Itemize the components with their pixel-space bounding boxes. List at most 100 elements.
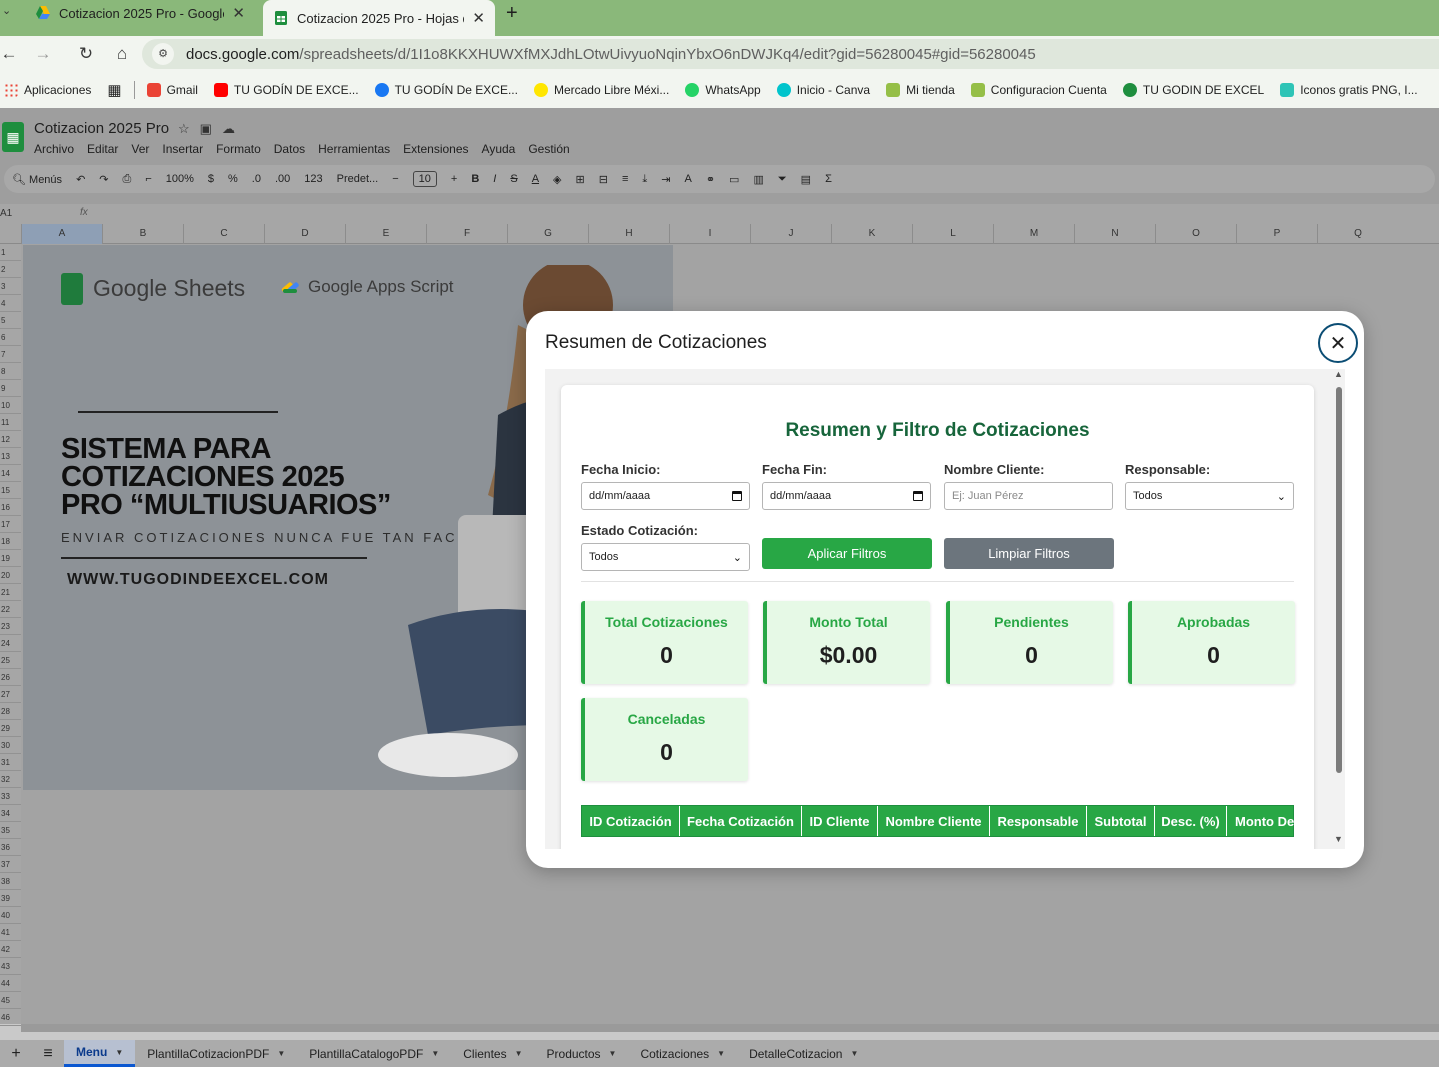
site-settings-icon[interactable]: ⚙ (152, 43, 174, 65)
column-header[interactable]: D (264, 224, 345, 244)
forward-icon[interactable]: → (18, 44, 68, 64)
scrollbar-thumb[interactable] (1336, 387, 1342, 773)
cloud-status-icon[interactable]: ☁ (222, 121, 245, 136)
sheet-tab-productos[interactable]: Productos ▼ (535, 1040, 629, 1067)
row-header[interactable]: 35 (0, 822, 21, 839)
row-header[interactable]: 30 (0, 737, 21, 754)
sheet-tab-clientes[interactable]: Clientes ▼ (451, 1040, 534, 1067)
font-size-input[interactable]: 10 (412, 171, 437, 187)
row-header[interactable]: 22 (0, 601, 21, 618)
scroll-up-icon[interactable]: ▲ (1334, 369, 1343, 379)
chevron-down-icon[interactable]: ▼ (115, 1048, 123, 1057)
row-header[interactable]: 46 (0, 1009, 21, 1026)
bookmark-iconos[interactable]: Iconos gratis PNG, I... (1280, 83, 1418, 97)
merge-cells-icon[interactable]: ⊟ (599, 173, 608, 186)
column-header[interactable]: P (1236, 224, 1317, 244)
column-header-nombre-cliente[interactable]: Nombre Cliente (878, 806, 990, 836)
row-header[interactable]: 36 (0, 839, 21, 856)
row-header[interactable]: 7 (0, 346, 21, 363)
row-header[interactable]: 1 (0, 244, 21, 261)
row-header[interactable]: 9 (0, 380, 21, 397)
chevron-down-icon[interactable]: ▼ (609, 1049, 617, 1058)
align-icon[interactable]: ≡ (622, 173, 628, 185)
bold-icon[interactable]: B (471, 173, 479, 185)
row-header[interactable]: 41 (0, 924, 21, 941)
close-tab-icon[interactable]: ✕ (232, 4, 245, 22)
close-dialog-button[interactable]: ✕ (1318, 323, 1358, 363)
row-header[interactable]: 26 (0, 669, 21, 686)
limpiar-filtros-button[interactable]: Limpiar Filtros (944, 538, 1114, 569)
column-header-id-cliente[interactable]: ID Cliente (802, 806, 878, 836)
text-color-icon[interactable]: A (532, 173, 539, 185)
row-header[interactable]: 37 (0, 856, 21, 873)
wrap-icon[interactable]: ⇥ (661, 173, 670, 186)
column-header[interactable]: N (1074, 224, 1155, 244)
sheet-tab-menu[interactable]: Menu ▼ (64, 1040, 136, 1067)
row-header[interactable]: 40 (0, 907, 21, 924)
row-header[interactable]: 31 (0, 754, 21, 771)
chevron-down-icon[interactable]: ▼ (850, 1049, 858, 1058)
bookmark-mi-tienda[interactable]: Mi tienda (886, 83, 955, 97)
column-header[interactable]: H (588, 224, 669, 244)
row-header[interactable]: 38 (0, 873, 21, 890)
menu-insertar[interactable]: Insertar (162, 142, 203, 156)
rotate-icon[interactable]: A (684, 173, 691, 185)
row-header[interactable]: 20 (0, 567, 21, 584)
column-header-id-cotizacion[interactable]: ID Cotización (582, 806, 680, 836)
column-header[interactable]: A (21, 224, 102, 244)
row-header[interactable]: 32 (0, 771, 21, 788)
column-header[interactable]: F (426, 224, 507, 244)
decrease-font-size-icon[interactable]: − (392, 173, 398, 185)
row-header[interactable]: 10 (0, 397, 21, 414)
bookmark-canva[interactable]: Inicio - Canva (776, 83, 870, 97)
row-header[interactable]: 17 (0, 516, 21, 533)
column-header[interactable]: B (102, 224, 183, 244)
sheet-tab-cotizaciones[interactable]: Cotizaciones ▼ (628, 1040, 737, 1067)
nombre-cliente-input[interactable]: Ej: Juan Pérez (944, 482, 1113, 510)
link-icon[interactable]: ⚭ (706, 173, 715, 186)
column-header-responsable[interactable]: Responsable (990, 806, 1087, 836)
zoom-select[interactable]: 100% (166, 173, 194, 185)
sheet-tab-detallecotizacion[interactable]: DetalleCotizacion ▼ (737, 1040, 870, 1067)
row-header[interactable]: 8 (0, 363, 21, 380)
browser-tab-sheets[interactable]: Cotizacion 2025 Pro - Hojas de ✕ (263, 0, 495, 36)
horizontal-scrollbar[interactable] (21, 1024, 1439, 1032)
column-header[interactable]: J (750, 224, 831, 244)
column-header[interactable]: K (831, 224, 912, 244)
all-sheets-icon[interactable]: ≡ (32, 1045, 64, 1063)
row-header[interactable]: 15 (0, 482, 21, 499)
row-header[interactable]: 44 (0, 975, 21, 992)
calendar-icon[interactable] (732, 491, 742, 501)
menu-extensiones[interactable]: Extensiones (403, 142, 468, 156)
calendar-icon[interactable] (913, 491, 923, 501)
italic-icon[interactable]: I (493, 173, 496, 185)
add-sheet-icon[interactable]: + (0, 1045, 32, 1063)
tab-search-chevron-icon[interactable]: ⌄ (2, 4, 11, 17)
menu-archivo[interactable]: Archivo (34, 142, 74, 156)
percent-format-button[interactable]: % (228, 173, 238, 185)
row-header[interactable]: 34 (0, 805, 21, 822)
column-header[interactable]: E (345, 224, 426, 244)
column-header[interactable]: C (183, 224, 264, 244)
bookmark-mercado-libre[interactable]: Mercado Libre Méxi... (533, 83, 669, 97)
menu-datos[interactable]: Datos (274, 142, 305, 156)
menu-ayuda[interactable]: Ayuda (482, 142, 516, 156)
star-icon[interactable]: ☆ (178, 121, 200, 136)
sheet-tab-plantillacotizacionpdf[interactable]: PlantillaCotizacionPDF ▼ (135, 1040, 297, 1067)
valign-icon[interactable]: ⤓ (642, 173, 647, 186)
row-header[interactable]: 4 (0, 295, 21, 312)
menu-ver[interactable]: Ver (131, 142, 149, 156)
new-tab-icon[interactable]: + (506, 2, 518, 25)
row-header[interactable]: 16 (0, 499, 21, 516)
row-header[interactable]: 12 (0, 431, 21, 448)
row-header[interactable]: 29 (0, 720, 21, 737)
row-header[interactable]: 45 (0, 992, 21, 1009)
filter-views-icon[interactable]: ▤ (801, 173, 811, 186)
decrease-decimals-button[interactable]: .0 (252, 173, 261, 185)
undo-icon[interactable]: ↶ (76, 173, 85, 186)
row-header[interactable]: 5 (0, 312, 21, 329)
row-header[interactable]: 42 (0, 941, 21, 958)
column-header[interactable]: I (669, 224, 750, 244)
row-header[interactable]: 6 (0, 329, 21, 346)
row-header[interactable]: 39 (0, 890, 21, 907)
